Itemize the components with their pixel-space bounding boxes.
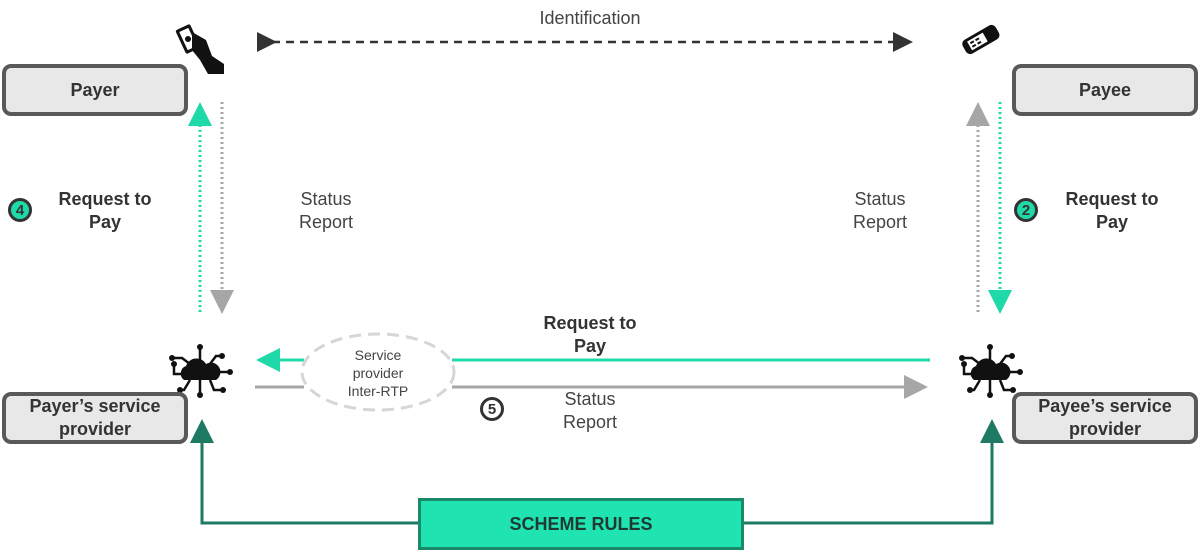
scheme-rules-left-arrow bbox=[190, 419, 418, 525]
line: Request to bbox=[1065, 189, 1159, 209]
line: Report bbox=[298, 212, 354, 232]
line: Pay bbox=[573, 336, 607, 356]
line: Report bbox=[852, 212, 908, 232]
inter-rtp-label: Service provider Inter-RTP bbox=[301, 335, 455, 411]
payee-box: Payee bbox=[1012, 64, 1198, 116]
sp-status-label: Status Report bbox=[530, 388, 650, 434]
payee-request-label: Request to Pay bbox=[1047, 188, 1177, 234]
scheme-rules-right-arrow bbox=[744, 419, 1004, 525]
line: Report bbox=[562, 412, 618, 432]
payee-service-provider-box: Payee’s service provider bbox=[1012, 392, 1198, 444]
line: Pay bbox=[88, 212, 122, 232]
step-5-badge: 5 bbox=[480, 397, 504, 421]
line: Status bbox=[854, 189, 906, 209]
line: Request to bbox=[543, 313, 637, 333]
cloud-network-icon bbox=[169, 344, 233, 398]
cloud-network-icon bbox=[959, 344, 1023, 398]
payer-service-provider-box: Payer’s service provider bbox=[2, 392, 188, 444]
payee-status-label: Status Report bbox=[820, 188, 940, 234]
line: Status bbox=[300, 189, 352, 209]
line: Inter-RTP bbox=[347, 383, 409, 399]
line: Service bbox=[354, 347, 402, 363]
line: provider bbox=[352, 365, 404, 381]
payer-box: Payer bbox=[2, 64, 188, 116]
line: Status bbox=[564, 389, 616, 409]
card-terminal-icon bbox=[962, 24, 1000, 55]
payer-request-label: Request to Pay bbox=[40, 188, 170, 234]
scheme-rules-box: SCHEME RULES bbox=[418, 498, 744, 550]
step-2-badge: 2 bbox=[1014, 198, 1038, 222]
identification-label: Identification bbox=[539, 8, 641, 28]
step-4-badge: 4 bbox=[8, 198, 32, 222]
line: Pay bbox=[1095, 212, 1129, 232]
sp-request-label: Request to Pay bbox=[510, 312, 670, 358]
line: Request to bbox=[58, 189, 152, 209]
payer-status-label: Status Report bbox=[266, 188, 386, 234]
